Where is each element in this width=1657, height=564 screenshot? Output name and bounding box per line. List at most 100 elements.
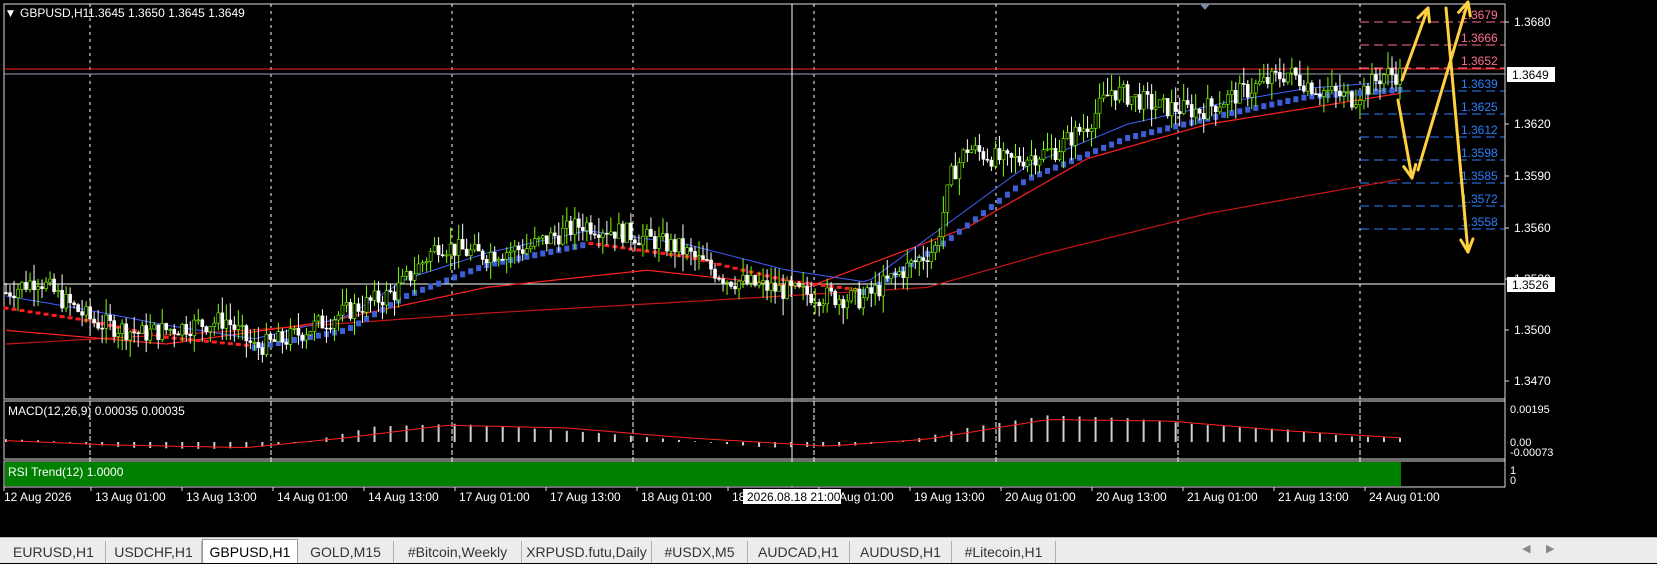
candle [1165, 98, 1170, 119]
svg-text:2026.08.18 21:00: 2026.08.18 21:00 [747, 490, 841, 504]
price-tick: 1.3470 [1514, 374, 1551, 388]
trend-block [59, 315, 65, 319]
time-tick: 13 Aug 13:00 [186, 490, 257, 504]
trend-block [1044, 167, 1050, 174]
price-tick: 1.3560 [1514, 221, 1551, 235]
trend-block [1093, 148, 1099, 155]
trend-block [11, 307, 17, 311]
candle [753, 274, 757, 288]
trend-block [219, 341, 225, 345]
macd-tick: 0.00195 [1510, 404, 1550, 416]
trend-block [388, 302, 394, 309]
time-tick: 14 Aug 13:00 [368, 490, 439, 504]
scroll-right-icon[interactable]: ▶ [1546, 542, 1554, 555]
trend-block [27, 310, 33, 314]
tab-gold-m15[interactable]: GOLD,M15 [298, 541, 394, 563]
trend-block [235, 342, 241, 346]
trend-block [1004, 191, 1010, 198]
ohlc-header: 1.3645 1.3650 1.3645 1.3649 [88, 6, 245, 20]
trend-block [588, 241, 594, 245]
candle [949, 162, 954, 188]
symbol-header-icon[interactable]: ▼ [7, 9, 14, 19]
trend-block [1261, 103, 1267, 110]
trend-block [1277, 99, 1283, 106]
trend-block [1301, 94, 1307, 101]
tab-gbpusd-h1[interactable]: GBPUSD,H1 [202, 539, 298, 563]
time-tick: 21 Aug 01:00 [1187, 490, 1258, 504]
chart-canvas[interactable]: 1.36791.36661.36521.36391.36251.36121.35… [0, 0, 1657, 537]
trend-block [988, 203, 994, 210]
symbol-header: GBPUSD,H1 [20, 6, 90, 20]
rsi-trend-pane[interactable]: RSI Trend(12) 1.0000 10 [3, 460, 1516, 488]
tab-eurusd-h1[interactable]: EURUSD,H1 [2, 541, 106, 563]
trend-block [1077, 154, 1083, 161]
time-tick: 17 Aug 01:00 [459, 490, 530, 504]
time-tick: 18 Aug 01:00 [641, 490, 712, 504]
macd-tick: -0.00073 [1510, 447, 1553, 459]
trend-block [580, 242, 586, 249]
trend-block [35, 311, 41, 315]
trend-block [428, 283, 434, 290]
tab-audcad-h1[interactable]: AUDCAD,H1 [748, 541, 850, 563]
price-tick: 1.3680 [1514, 15, 1551, 29]
trend-block [404, 292, 410, 299]
level-label: 1.3598 [1461, 146, 1498, 160]
trend-block [1221, 111, 1227, 118]
trend-block [67, 316, 73, 320]
time-tick: 14 Aug 01:00 [277, 490, 348, 504]
time-tick: 12 Aug 2026 [4, 490, 72, 504]
trend-block [203, 339, 209, 343]
level-label: 1.3666 [1461, 31, 1498, 45]
time-tick: 17 Aug 13:00 [550, 490, 621, 504]
rsi-tick: 0 [1510, 475, 1516, 487]
time-tick: 20 Aug 13:00 [1096, 490, 1167, 504]
trend-block [356, 320, 362, 327]
candle [1350, 90, 1354, 111]
trend-block [660, 251, 666, 255]
trend-block [43, 312, 49, 316]
trend-block [195, 339, 201, 343]
trend-block [1109, 141, 1115, 148]
rsi-trend-label: RSI Trend(12) 1.0000 [8, 465, 124, 479]
trend-block [452, 274, 458, 281]
trend-block [996, 197, 1002, 204]
trend-block [51, 313, 57, 317]
trend-block [1125, 134, 1131, 141]
svg-text:1.3649: 1.3649 [1512, 68, 1549, 82]
trend-block [1085, 151, 1091, 158]
level-label: 1.3639 [1461, 77, 1498, 91]
scroll-left-icon[interactable]: ◀ [1522, 542, 1530, 555]
crosshair-price-label: 1.3526 [1507, 277, 1555, 292]
trend-block [75, 317, 81, 321]
trend-block [548, 248, 554, 255]
tab-xrpusd-futu-daily[interactable]: XRPUSD.futu,Daily [522, 541, 652, 563]
trend-block [460, 271, 466, 278]
trend-block [964, 222, 970, 229]
time-tick: 19 Aug 13:00 [914, 490, 985, 504]
trend-block [444, 277, 450, 284]
trend-block [1245, 106, 1251, 113]
trend-block [1149, 129, 1155, 136]
trend-block [716, 262, 722, 266]
trend-block [636, 248, 642, 252]
trend-block [476, 265, 482, 272]
trend-block [1012, 185, 1018, 192]
level-label: 1.3652 [1461, 54, 1498, 68]
tab-usdx-m5[interactable]: #USDX,M5 [652, 541, 748, 563]
tab-usdchf-h1[interactable]: USDCHF,H1 [106, 541, 202, 563]
candle [1157, 99, 1162, 108]
tab-audusd-h1[interactable]: AUDUSD,H1 [850, 541, 952, 563]
trend-block [163, 335, 169, 339]
trend-block [540, 250, 546, 257]
tab-bitcoin-weekly[interactable]: #Bitcoin,Weekly [394, 541, 522, 563]
trend-block [948, 234, 954, 241]
level-label: 1.3612 [1461, 123, 1498, 137]
svg-text:1.3526: 1.3526 [1512, 278, 1549, 292]
trend-block [1101, 144, 1107, 151]
trend-block [956, 228, 962, 235]
tab-litecoin-h1[interactable]: #Litecoin,H1 [952, 541, 1056, 563]
level-label: 1.3585 [1461, 169, 1498, 183]
trend-block [19, 309, 25, 313]
trend-block [211, 340, 217, 344]
level-label: 1.3625 [1461, 100, 1498, 114]
